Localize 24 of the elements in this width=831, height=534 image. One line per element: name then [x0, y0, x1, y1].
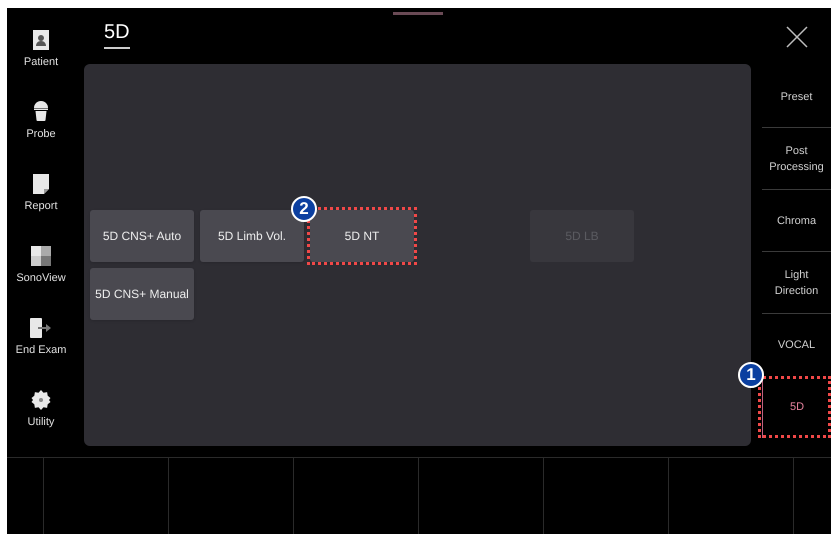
patient-card-icon	[32, 30, 50, 50]
menu-item[interactable]: VOCAL	[762, 314, 831, 376]
callout-badge: 2	[291, 196, 317, 222]
menu-item[interactable]: Chroma	[762, 190, 831, 251]
sidebar-item[interactable]: SonoView	[9, 241, 73, 313]
mode-button[interactable]: 5D CNS+ Manual	[90, 268, 194, 320]
sidebar-item[interactable]: End Exam	[9, 313, 73, 385]
menu-item[interactable]: Post Processing	[762, 128, 831, 189]
menu-item[interactable]: Light Direction	[762, 252, 831, 313]
mode-button[interactable]: 5D NT	[310, 210, 414, 262]
grid-icon	[31, 246, 51, 266]
menu-item[interactable]: Preset	[762, 66, 831, 127]
document-icon	[33, 174, 49, 194]
close-icon[interactable]	[784, 25, 808, 49]
probe-icon	[33, 100, 49, 122]
sidebar-item[interactable]: Probe	[9, 97, 73, 169]
sidebar-item[interactable]: Patient	[9, 25, 73, 97]
sidebar-item[interactable]: Utility	[9, 385, 73, 457]
settings-icon	[31, 390, 51, 410]
sidebar-item[interactable]: Report	[9, 169, 73, 241]
mode-button[interactable]: 5D CNS+ Auto	[90, 210, 194, 262]
page-title: 5D	[104, 20, 130, 49]
handle-bar	[393, 12, 443, 15]
exit-icon	[30, 318, 52, 338]
